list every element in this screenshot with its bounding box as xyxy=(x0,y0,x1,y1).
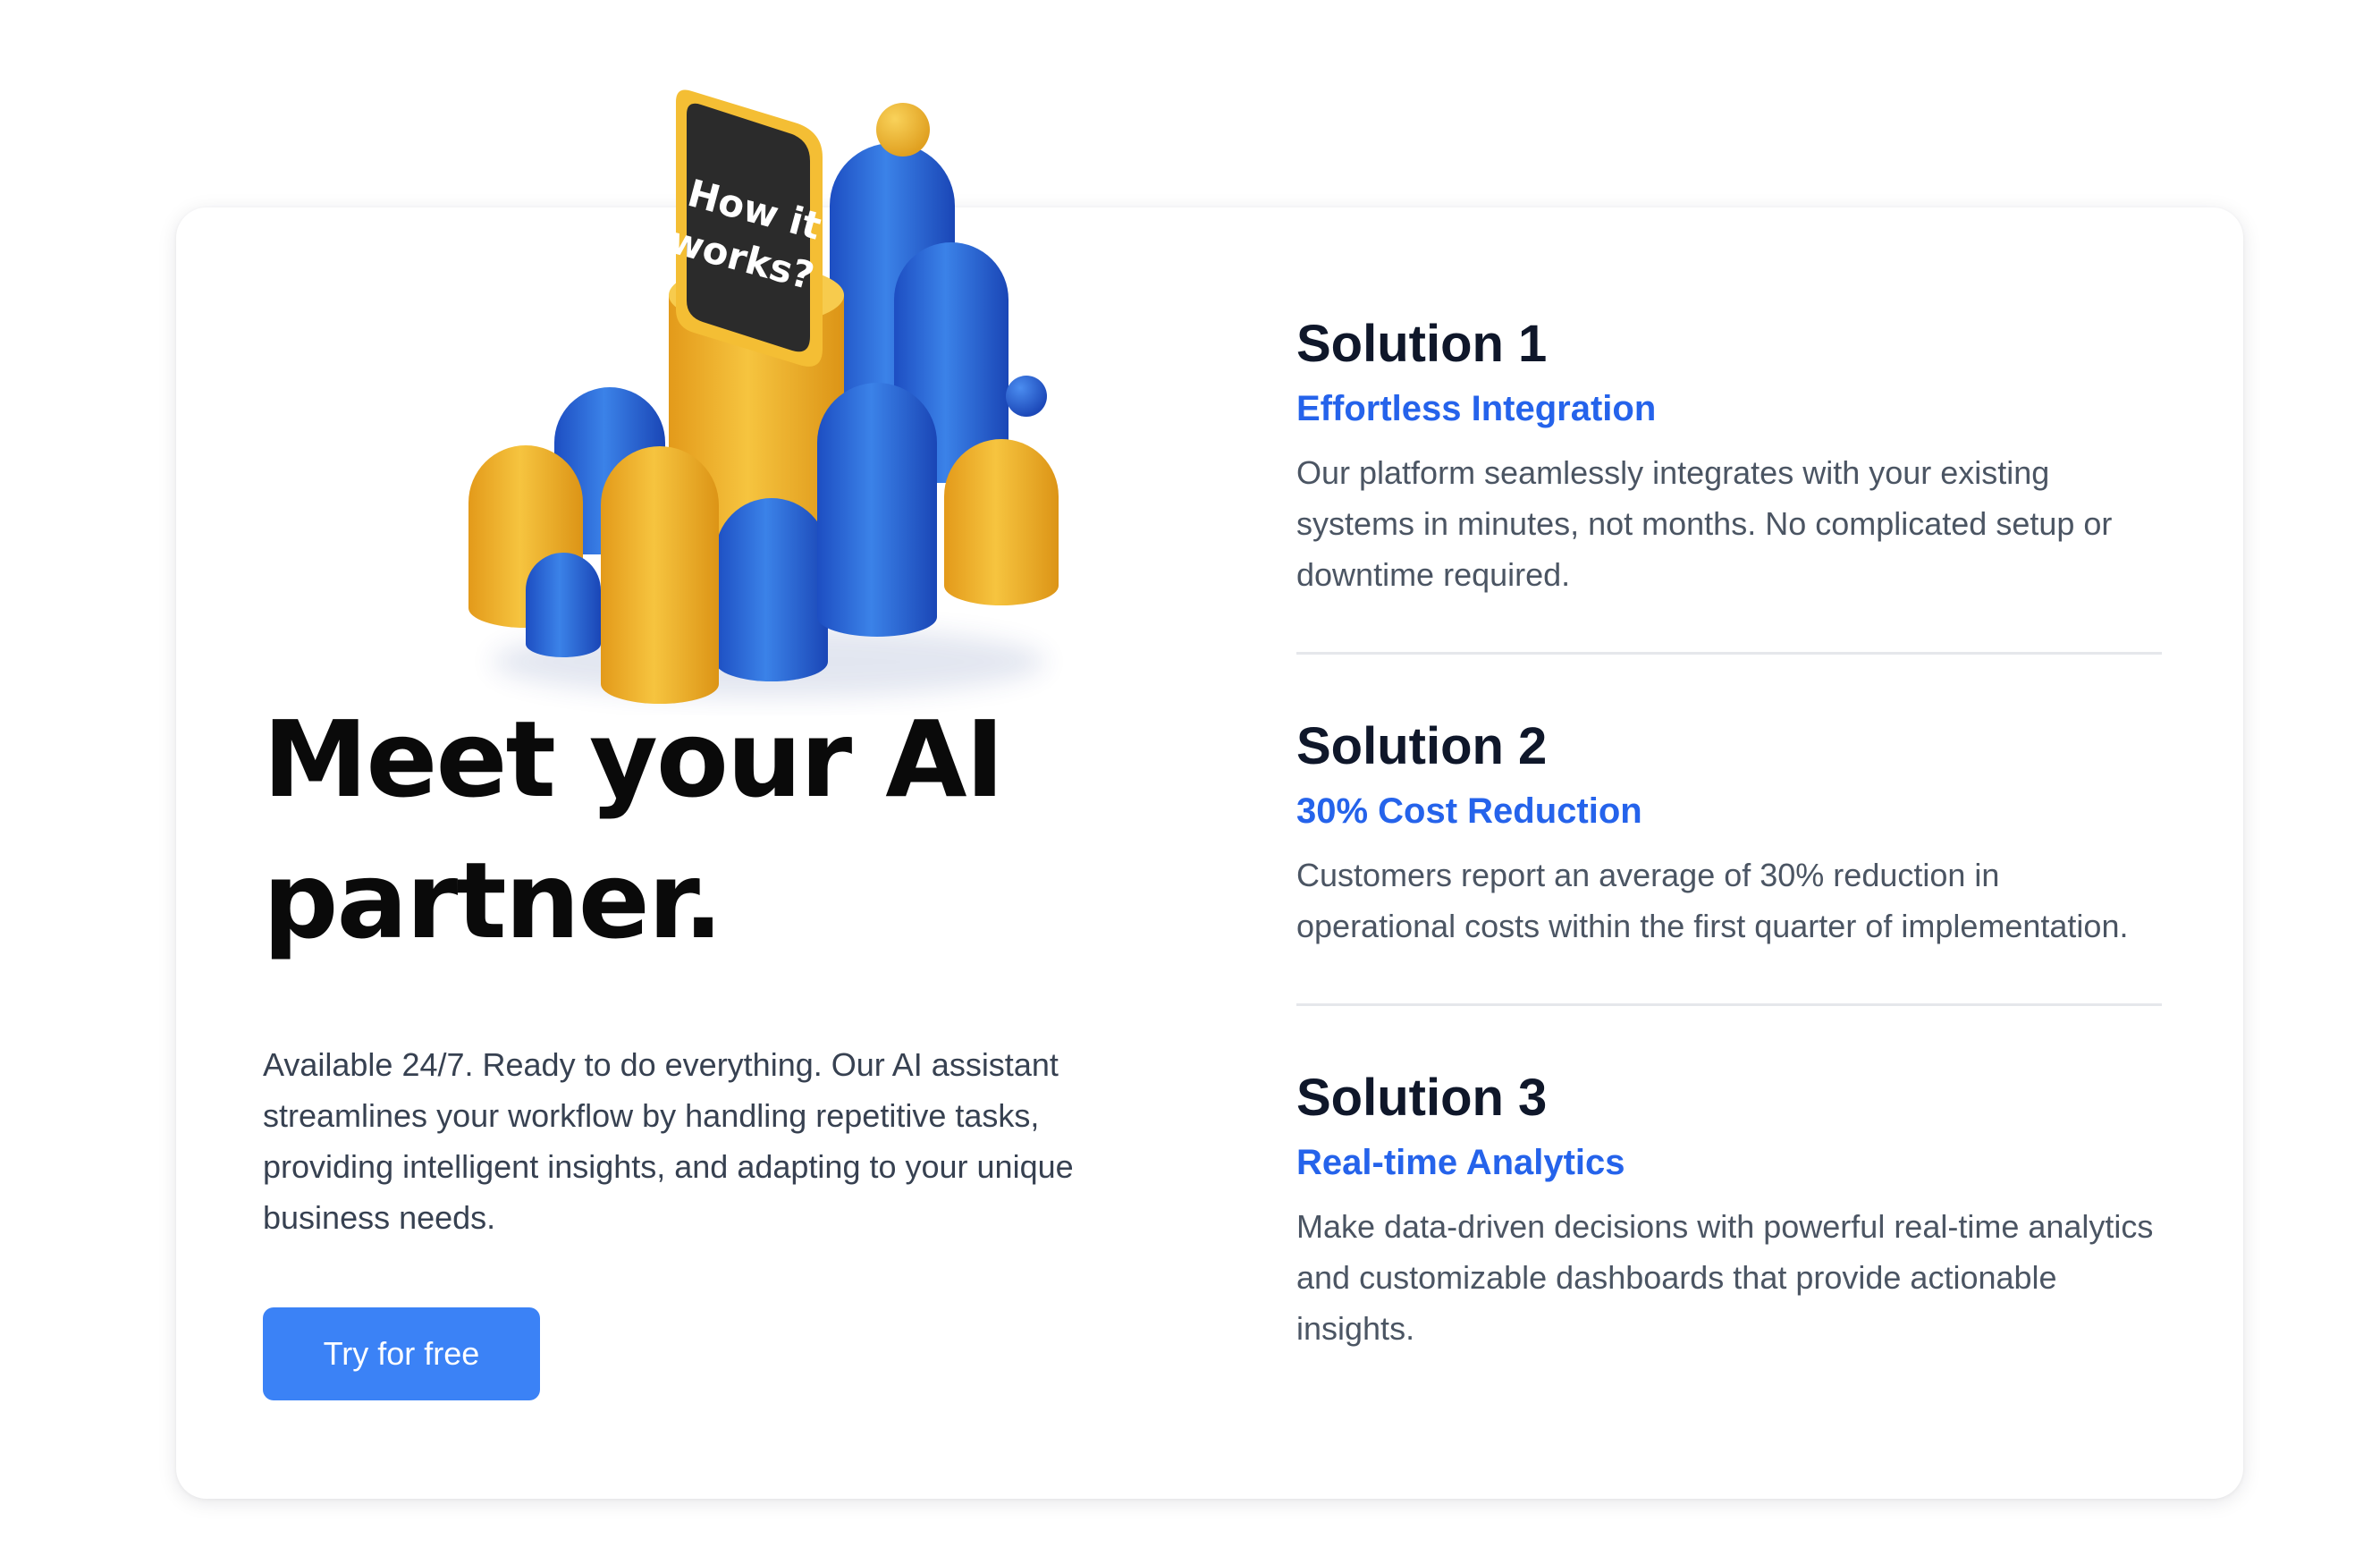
pillar-front-right-blue xyxy=(817,383,937,637)
solution-item-2: Solution 2 30% Cost Reduction Customers … xyxy=(1296,715,2162,951)
pillar-small-blue xyxy=(526,553,601,657)
how-it-works-illustration: How it works? xyxy=(447,89,1091,715)
sphere-blue xyxy=(1006,376,1047,417)
divider xyxy=(1296,652,2162,655)
pillar-front-yellow xyxy=(601,446,719,704)
solution-subtitle: Real-time Analytics xyxy=(1296,1143,1625,1182)
solution-item-1: Solution 1 Effortless Integration Our pl… xyxy=(1296,313,2162,600)
pillar-far-right-yellow xyxy=(944,439,1059,605)
solution-description: Our platform seamlessly integrates with … xyxy=(1296,454,2113,593)
hero-description: Available 24/7. Ready to do everything. … xyxy=(263,1046,1074,1236)
how-it-works-sign: How it works? xyxy=(664,89,826,367)
hero-title: Meet your AI partner. xyxy=(263,698,1004,962)
solution-subtitle: Effortless Integration xyxy=(1296,389,1657,428)
solution-description: Make data-driven decisions with powerful… xyxy=(1296,1208,2154,1347)
pillar-center-blue xyxy=(715,498,828,681)
solution-subtitle: 30% Cost Reduction xyxy=(1296,791,1642,831)
solution-title: Solution 1 xyxy=(1296,315,1548,373)
hero-section: Meet your AI partner. Available 24/7. Re… xyxy=(263,689,1157,1400)
solution-title: Solution 2 xyxy=(1296,717,1548,775)
solution-item-3: Solution 3 Real-time Analytics Make data… xyxy=(1296,1067,2162,1354)
sphere-yellow xyxy=(876,103,930,156)
divider xyxy=(1296,1003,2162,1006)
solution-title: Solution 3 xyxy=(1296,1069,1548,1127)
solution-description: Customers report an average of 30% reduc… xyxy=(1296,857,2129,944)
try-for-free-button[interactable]: Try for free xyxy=(263,1307,540,1400)
solutions-list: Solution 1 Effortless Integration Our pl… xyxy=(1296,313,2162,1354)
